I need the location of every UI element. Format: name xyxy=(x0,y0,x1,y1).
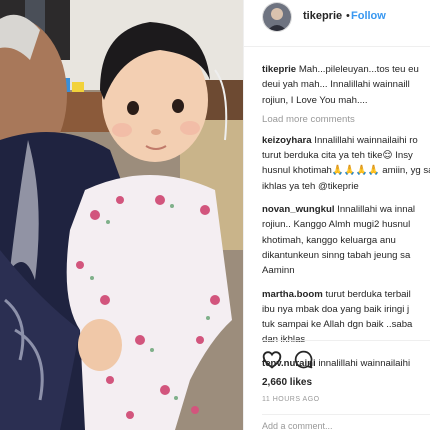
comments-list: tikeprie Mah...pileleuyan...tos teu eu d… xyxy=(262,62,430,379)
post-actions xyxy=(262,350,322,370)
photo-illustration xyxy=(0,0,243,430)
avatar-image xyxy=(263,3,291,31)
post-photo[interactable] xyxy=(0,0,243,430)
comment-item: martha.boom turut berduka terbail ibu ny… xyxy=(262,287,430,348)
heart-outline-icon-glyph xyxy=(262,351,282,369)
comment-username[interactable]: keizoyhara xyxy=(262,135,312,146)
comment-username[interactable]: martha.boom xyxy=(262,289,323,300)
comment-text: innalillahi wainnailaihi xyxy=(318,357,411,369)
add-comment-input[interactable]: Add a comment... xyxy=(262,421,333,430)
comment-username[interactable]: novan_wungkul xyxy=(262,204,335,215)
post-timestamp: 11 HOURS AGO xyxy=(262,396,320,403)
follow-button[interactable]: Follow xyxy=(351,10,386,22)
divider xyxy=(262,340,430,341)
divider xyxy=(262,414,430,415)
comment-item: novan_wungkul Innalillahi wa innal rojiu… xyxy=(262,202,430,278)
load-more-comments-link[interactable]: Load more comments xyxy=(262,114,430,125)
caption: tikeprie Mah...pileleuyan...tos teu eu d… xyxy=(262,62,430,108)
caption-username[interactable]: tikeprie xyxy=(262,64,296,75)
header-username[interactable]: tikeprie xyxy=(303,10,342,22)
speech-bubble-icon[interactable] xyxy=(294,350,313,374)
header-separator: • xyxy=(346,10,350,22)
likes-count[interactable]: 2,660 likes xyxy=(262,377,312,388)
speech-bubble-icon-glyph xyxy=(294,350,313,369)
post-sidebar: tikeprie • Follow tikeprie Mah...pileleu… xyxy=(243,0,430,430)
comment-item: keizoyhara Innalillahi wainnailaihi ro t… xyxy=(262,133,430,194)
avatar[interactable] xyxy=(262,2,292,32)
post-header: tikeprie • Follow xyxy=(244,0,430,47)
heart-outline-icon[interactable] xyxy=(262,350,282,374)
